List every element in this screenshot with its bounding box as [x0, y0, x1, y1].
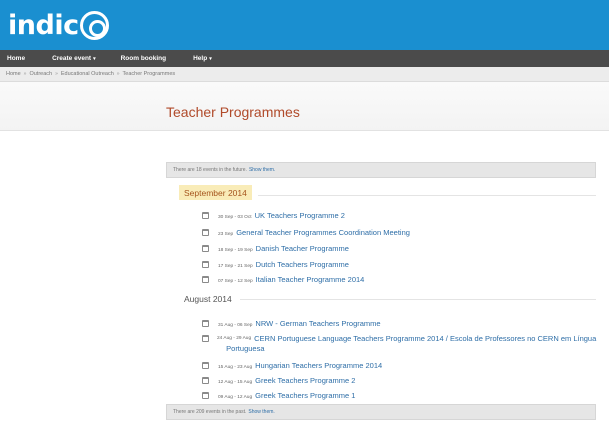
- event-link[interactable]: General Teacher Programmes Coordination …: [236, 228, 410, 237]
- month-header-august-2014: August 2014: [184, 294, 232, 304]
- calendar-icon: [202, 362, 209, 369]
- future-events-notice: There are 18 events in the future. Show …: [166, 162, 596, 178]
- breadcrumb-teacher-programmes: Teacher Programmes: [122, 71, 176, 77]
- event-item: 07 Sep - 12 Sep Italian Teacher Programm…: [202, 275, 364, 284]
- event-link[interactable]: Dutch Teachers Programme: [256, 260, 349, 269]
- breadcrumb-outreach[interactable]: Outreach: [29, 71, 52, 77]
- event-date: 30 Sep - 03 Oct: [218, 215, 252, 220]
- calendar-icon: [202, 392, 209, 399]
- indico-logo[interactable]: ind i c: [8, 7, 109, 43]
- event-date: 23 Sep: [218, 232, 234, 237]
- future-events-text: There are 18 events in the future.: [173, 167, 247, 173]
- logo-i: i: [54, 9, 64, 41]
- past-events-text: There are 209 events in the past.: [173, 409, 247, 415]
- event-item: 24 Aug - 29 Aug CERN Portuguese Language…: [202, 334, 609, 354]
- event-item: 12 Aug - 15 Aug Greek Teachers Programme…: [202, 376, 355, 385]
- calendar-icon: [202, 276, 209, 283]
- past-events-notice: There are 209 events in the past. Show t…: [166, 404, 596, 420]
- event-date: 15 Aug - 23 Aug: [218, 365, 253, 370]
- event-link[interactable]: Hungarian Teachers Programme 2014: [255, 361, 382, 370]
- event-date: 07 Sep - 12 Sep: [218, 279, 253, 284]
- event-link[interactable]: Danish Teacher Programme: [256, 244, 349, 253]
- breadcrumb-separator: »: [55, 71, 58, 77]
- menu-room-booking[interactable]: Room booking: [121, 55, 169, 62]
- event-item: 09 Aug - 12 Aug Greek Teachers Programme…: [202, 391, 355, 400]
- calendar-icon: [202, 245, 209, 252]
- logo-ring-icon: [79, 10, 109, 40]
- breadcrumb-separator: »: [116, 71, 120, 77]
- top-header-bar: indic indico: [0, 0, 609, 50]
- show-past-events-link[interactable]: Show them.: [248, 409, 274, 415]
- event-link[interactable]: Italian Teacher Programme 2014: [256, 275, 365, 284]
- event-link[interactable]: Greek Teachers Programme 2: [255, 376, 355, 385]
- calendar-icon: [202, 335, 209, 342]
- breadcrumb: Home » Outreach » Educational Outreach »…: [0, 67, 609, 82]
- month-divider: [240, 299, 596, 300]
- page-title: Teacher Programmes: [166, 104, 300, 120]
- event-date: 12 Aug - 15 Aug: [218, 380, 253, 385]
- chevron-down-icon: ▾: [209, 56, 212, 62]
- breadcrumb-home[interactable]: Home: [6, 71, 21, 77]
- event-date: 17 Sep - 21 Sep: [218, 264, 253, 269]
- calendar-icon: [202, 320, 209, 327]
- event-link[interactable]: UK Teachers Programme 2: [255, 211, 345, 220]
- event-date: 31 Aug - 06 Sep: [218, 323, 253, 328]
- event-item: 23 Sep General Teacher Programmes Coordi…: [202, 228, 410, 237]
- month-divider: [258, 195, 596, 196]
- calendar-icon: [202, 377, 209, 384]
- calendar-icon: [202, 261, 209, 268]
- event-link[interactable]: CERN Portuguese Language Teachers Progra…: [226, 334, 609, 354]
- calendar-icon: [202, 212, 209, 219]
- event-date: 18 Sep - 19 Sep: [218, 248, 253, 253]
- event-item: 31 Aug - 06 Sep NRW - German Teachers Pr…: [202, 319, 381, 328]
- breadcrumb-separator: »: [23, 71, 27, 77]
- breadcrumb-educational-outreach[interactable]: Educational Outreach: [61, 71, 114, 77]
- menu-home[interactable]: Home: [7, 55, 27, 62]
- chevron-down-icon: ▾: [93, 56, 96, 62]
- event-link[interactable]: Greek Teachers Programme 1: [255, 391, 355, 400]
- event-link[interactable]: NRW - German Teachers Programme: [255, 319, 380, 328]
- event-item: 15 Aug - 23 Aug Hungarian Teachers Progr…: [202, 361, 382, 370]
- calendar-icon: [202, 229, 209, 236]
- event-item: 30 Sep - 03 Oct UK Teachers Programme 2: [202, 211, 345, 220]
- event-item: 17 Sep - 21 Sep Dutch Teachers Programme: [202, 260, 349, 269]
- title-area: Teacher Programmes: [0, 82, 609, 131]
- show-future-events-link[interactable]: Show them.: [249, 167, 275, 173]
- main-menu-bar: Home Create event ▾ Room booking Help ▾: [0, 50, 609, 67]
- menu-create-event[interactable]: Create event ▾: [52, 55, 96, 62]
- month-header-september-2014: September 2014: [179, 185, 252, 200]
- event-date: 09 Aug - 12 Aug: [218, 395, 253, 400]
- menu-help[interactable]: Help ▾: [193, 55, 212, 62]
- event-item: 18 Sep - 19 Sep Danish Teacher Programme: [202, 244, 349, 253]
